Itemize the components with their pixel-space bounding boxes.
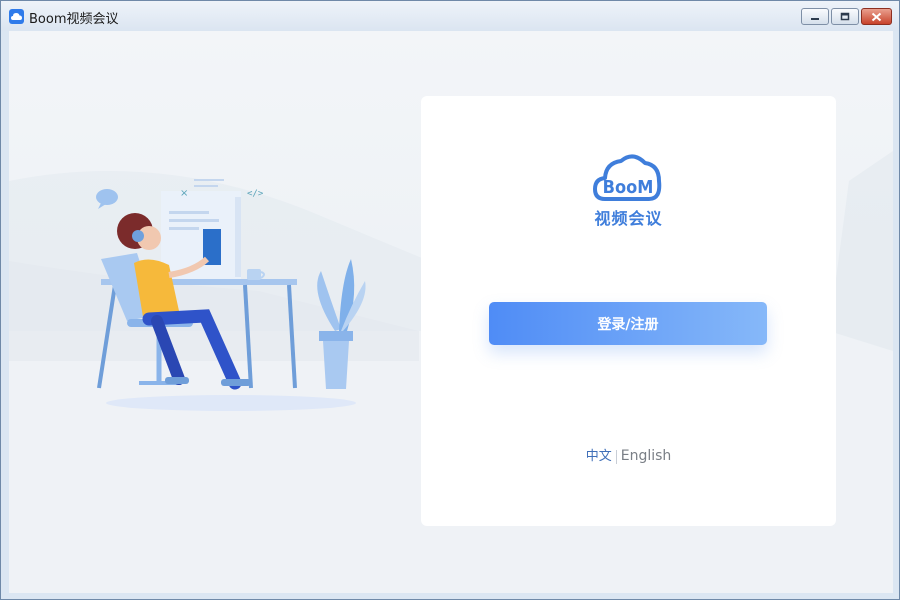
code-icon: </>: [247, 189, 264, 199]
language-divider: [615, 449, 617, 464]
boom-cloud-logo-icon: BooM: [593, 154, 662, 201]
maximize-button[interactable]: [831, 8, 859, 25]
window-title: Boom视频会议: [29, 12, 119, 27]
app-window: Boom视频会议 × </> BooM 视频会议 登录/注册 中文 Englis…: [0, 0, 900, 600]
minimize-button[interactable]: [801, 8, 829, 25]
login-register-button[interactable]: 登录/注册: [489, 302, 767, 345]
language-english-link[interactable]: English: [621, 448, 672, 464]
app-icon: [9, 9, 24, 24]
logo-word: BooM: [603, 177, 654, 198]
language-switcher: 中文 English: [421, 445, 836, 464]
speech-bubble-icon: [96, 189, 118, 205]
close-button[interactable]: [861, 8, 892, 25]
logo-subtitle: 视频会议: [594, 209, 663, 228]
person-at-desk-illustration: × </>: [96, 179, 366, 411]
login-card: BooM 视频会议 登录/注册 中文 English: [421, 96, 836, 526]
main-content: × </> BooM 视频会议 登录/注册 中文 English: [9, 31, 893, 593]
maximize-icon: [840, 12, 850, 21]
title-bar[interactable]: Boom视频会议: [1, 1, 899, 31]
language-chinese-link[interactable]: 中文: [586, 449, 612, 464]
close-mark-icon: ×: [180, 188, 188, 199]
close-icon: [871, 12, 882, 21]
minimize-icon: [811, 17, 819, 20]
